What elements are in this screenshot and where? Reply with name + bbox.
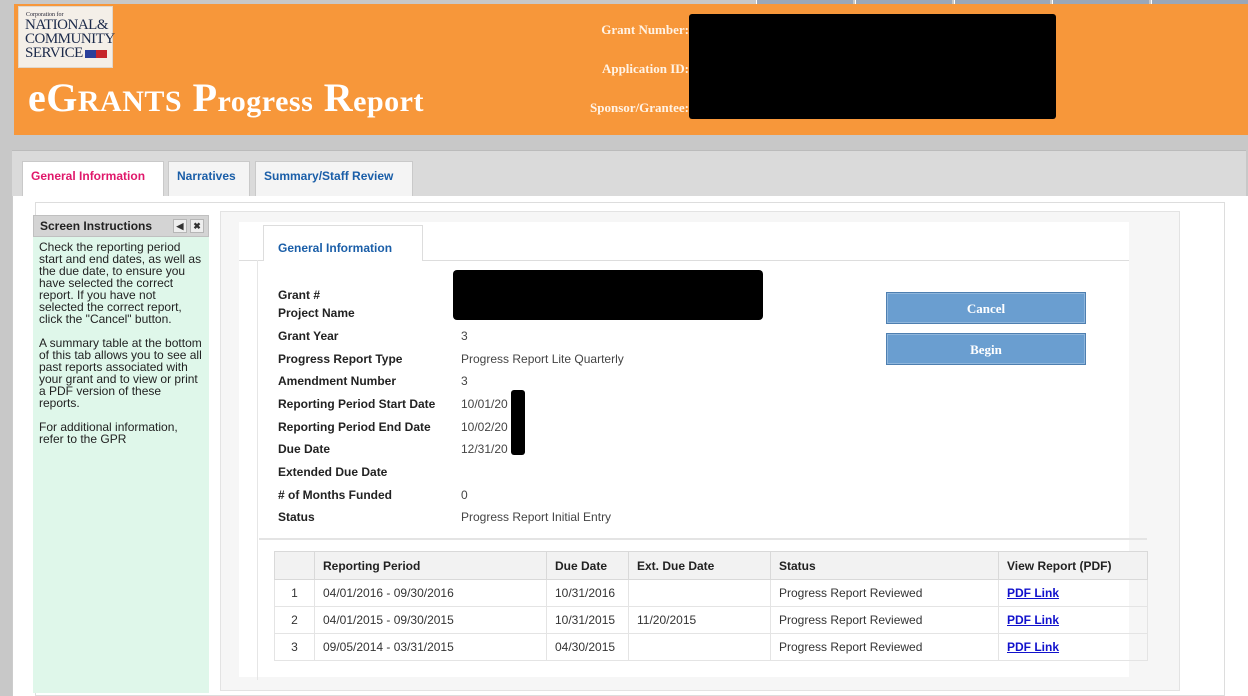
pdf-link[interactable]: PDF Link — [1007, 586, 1059, 600]
pdf-link[interactable]: PDF Link — [1007, 613, 1059, 627]
column-header: Ext. Due Date — [628, 551, 771, 580]
general-information-section-tab: General Information — [263, 225, 423, 261]
screen-instructions-panel: Screen Instructions ◀ ✖ Check the report… — [33, 215, 209, 693]
column-header: Status — [770, 551, 999, 580]
cell-due-date: 04/30/2015 — [546, 633, 629, 661]
field-value-months-funded: 0 — [461, 488, 468, 502]
instructions-paragraph: Check the reporting period start and end… — [39, 240, 202, 326]
field-label-due-date: Due Date — [278, 442, 331, 456]
pdf-link[interactable]: PDF Link — [1007, 640, 1059, 654]
table-row: 3 09/05/2014 - 03/31/2015 04/30/2015 Pro… — [274, 633, 1148, 661]
logo-line-3-text: SERVICE — [25, 45, 83, 61]
application-id-label: Application ID: — [601, 61, 689, 76]
collapse-icon[interactable]: ◀ — [173, 219, 187, 233]
instructions-header: Screen Instructions ◀ ✖ — [33, 215, 209, 237]
grant-number-label: Grant Number: — [601, 22, 689, 37]
divider — [259, 538, 1147, 540]
divider — [257, 260, 258, 680]
logo-line-1: NATIONAL& — [25, 17, 108, 33]
field-label-status: Status — [278, 510, 315, 524]
field-label-end-date: Reporting Period End Date — [278, 420, 431, 434]
close-icon[interactable]: ✖ — [190, 219, 204, 233]
cell-reporting-period: 04/01/2016 - 09/30/2016 — [314, 579, 547, 607]
field-label-project-name: Project Name — [278, 306, 355, 320]
row-number: 3 — [274, 633, 315, 661]
flag-icon — [84, 49, 107, 58]
instructions-title: Screen Instructions — [40, 219, 153, 233]
general-information-panel: General Information Grant # Project Name… — [220, 211, 1180, 691]
cell-due-date: 10/31/2015 — [546, 606, 629, 634]
cell-status: Progress Report Reviewed — [770, 579, 999, 607]
title-part: G — [46, 75, 78, 120]
instructions-controls: ◀ ✖ — [173, 219, 204, 233]
cell-status: Progress Report Reviewed — [770, 606, 999, 634]
instructions-body: Check the reporting period start and end… — [33, 237, 209, 461]
title-part: R — [313, 75, 354, 120]
field-label-start-date: Reporting Period Start Date — [278, 397, 436, 411]
field-label-grant-year: Grant Year — [278, 329, 339, 343]
tab-narratives[interactable]: Narratives — [168, 161, 250, 197]
tab-general-information[interactable]: General Information — [22, 161, 164, 197]
title-part: P — [182, 75, 218, 120]
field-label-extended-due-date: Extended Due Date — [278, 465, 388, 479]
cell-reporting-period: 09/05/2014 - 03/31/2015 — [314, 633, 547, 661]
field-value-status: Progress Report Initial Entry — [461, 510, 612, 524]
field-value-report-type: Progress Report Lite Quarterly — [461, 352, 624, 366]
cncs-logo: Corporation for NATIONAL& COMMUNITY SERV… — [18, 6, 115, 68]
title-part: e — [28, 75, 47, 120]
cell-view-report: PDF Link — [998, 579, 1148, 607]
logo-text: NATIONAL& COMMUNITY SERVICE — [25, 17, 115, 61]
title-part: eport — [353, 85, 424, 118]
redacted-date-years — [511, 390, 525, 455]
redacted-grant-project — [453, 270, 763, 320]
cancel-button[interactable]: Cancel — [886, 292, 1086, 324]
logo-line-2: COMMUNITY — [25, 31, 115, 47]
cell-view-report: PDF Link — [998, 633, 1148, 661]
begin-button[interactable]: Begin — [886, 333, 1086, 365]
instructions-paragraph: For additional information, refer to the… — [39, 420, 178, 446]
app-header: Corporation for NATIONAL& COMMUNITY SERV… — [14, 4, 1248, 135]
title-part: RANTS — [77, 85, 183, 118]
field-value-due-date: 12/31/20 — [461, 442, 508, 456]
column-header — [274, 551, 315, 580]
general-information-inner: General Information Grant # Project Name… — [239, 222, 1148, 680]
redacted-header-values — [689, 14, 1056, 119]
field-value-grant-year: 3 — [461, 329, 468, 343]
field-value-end-date: 10/02/20 — [461, 420, 508, 434]
table-header-row: Reporting Period Due Date Ext. Due Date … — [274, 551, 1148, 580]
cell-ext-due-date: 11/20/2015 — [628, 606, 771, 634]
field-label-amendment: Amendment Number — [278, 374, 397, 388]
title-part: rogress — [217, 85, 314, 118]
field-label-months-funded: # of Months Funded — [278, 488, 392, 502]
row-number: 2 — [274, 606, 315, 634]
tab-bar: General Information Narratives Summary/S… — [12, 150, 1246, 197]
cell-view-report: PDF Link — [998, 606, 1148, 634]
cell-due-date: 10/31/2016 — [546, 579, 629, 607]
column-header: Due Date — [546, 551, 629, 580]
cell-ext-due-date — [628, 633, 771, 661]
column-header: Reporting Period — [314, 551, 547, 580]
field-value-start-date: 10/01/20 — [461, 397, 508, 411]
cell-status: Progress Report Reviewed — [770, 633, 999, 661]
cell-ext-due-date — [628, 579, 771, 607]
instructions-paragraph: A summary table at the bottom of this ta… — [39, 336, 202, 410]
cell-reporting-period: 04/01/2015 - 09/30/2015 — [314, 606, 547, 634]
table-row: 1 04/01/2016 - 09/30/2016 10/31/2016 Pro… — [274, 579, 1148, 607]
field-label-report-type: Progress Report Type — [278, 352, 403, 366]
tab-summary-staff-review[interactable]: Summary/Staff Review — [255, 161, 413, 197]
column-header: View Report (PDF) — [998, 551, 1148, 580]
main-area: Screen Instructions ◀ ✖ Check the report… — [12, 196, 1248, 696]
past-reports-table: Reporting Period Due Date Ext. Due Date … — [274, 551, 1148, 661]
field-value-amendment: 3 — [461, 374, 468, 388]
row-number: 1 — [274, 579, 315, 607]
sponsor-label: Sponsor/Grantee: — [590, 100, 689, 115]
logo-line-3: SERVICE — [25, 45, 115, 61]
app-title: eGRANTS Progress Report — [28, 74, 424, 121]
field-label-grant-number: Grant # — [278, 288, 321, 302]
table-row: 2 04/01/2015 - 09/30/2015 10/31/2015 11/… — [274, 606, 1148, 634]
